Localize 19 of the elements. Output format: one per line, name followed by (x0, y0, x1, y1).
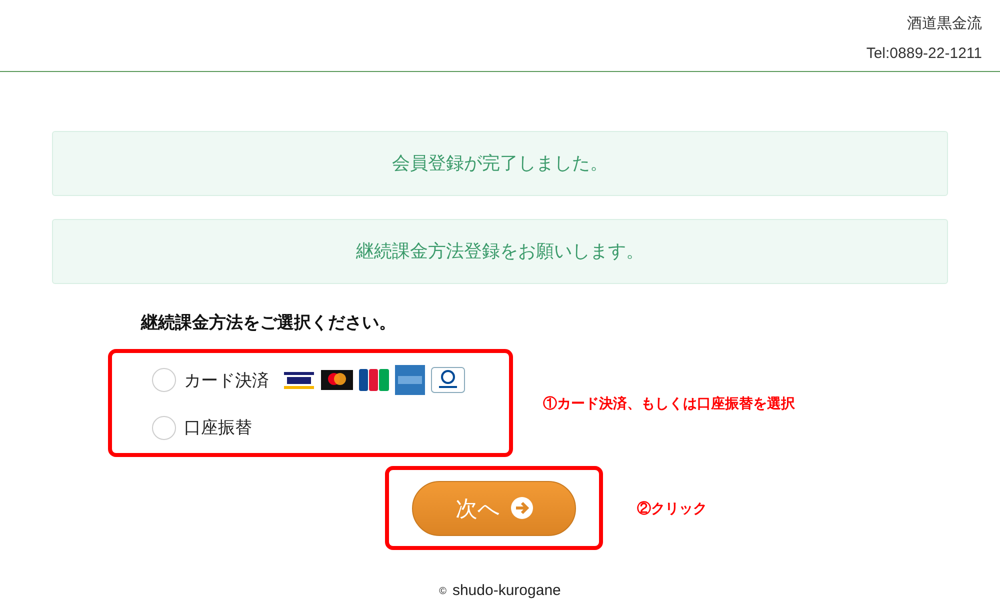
card-brand-icon (431, 367, 465, 394)
phone-number: Tel:0889-22-1211 (866, 44, 982, 64)
card-brand-icon (321, 370, 353, 390)
radio-button[interactable] (152, 416, 176, 440)
card-brand-icon (395, 365, 425, 396)
radio-button[interactable] (152, 368, 176, 392)
arrow-right-icon (510, 497, 532, 519)
annotation-text: ②クリック (637, 498, 707, 518)
card-brand-icon (283, 370, 315, 390)
section-heading: 継続課金方法をご選択ください。 (141, 312, 397, 334)
payment-option[interactable]: 口座振替 (152, 415, 509, 441)
annotation-text: ①カード決済、もしくは口座振替を選択 (543, 394, 795, 413)
card-brand-icon (359, 369, 389, 392)
shop-name: 酒道黒金流 (907, 14, 982, 34)
notice-banner: 会員登録が完了しました。 (52, 131, 948, 196)
footer-text: shudo-kurogane (452, 581, 561, 601)
payment-option[interactable]: カード決済 (152, 365, 509, 396)
copyright-symbol: © (439, 584, 446, 599)
notice-banner: 継続課金方法登録をお願いします。 (52, 219, 948, 284)
